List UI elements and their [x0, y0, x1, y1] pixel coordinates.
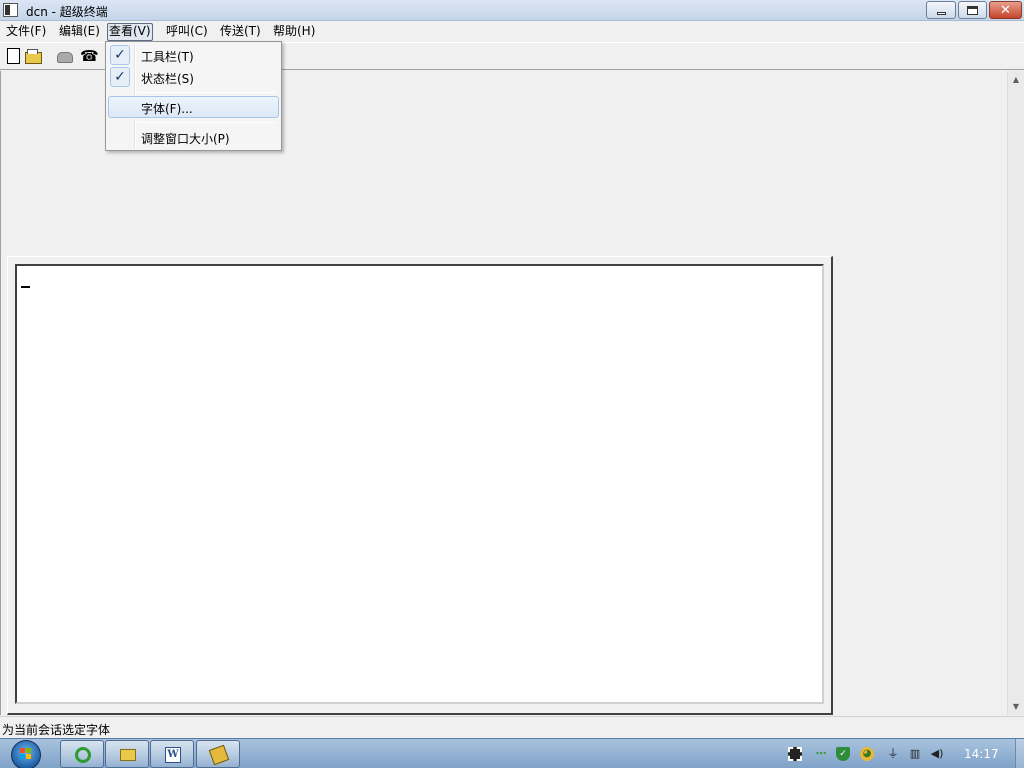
windows-logo-icon [20, 748, 32, 760]
menu-item-label: 工具栏(T) [141, 50, 194, 64]
menu-view[interactable]: 查看(V) [107, 23, 153, 41]
menu-edit[interactable]: 编辑(E) [57, 23, 102, 41]
close-icon: ✕ [1000, 2, 1011, 18]
hyperterminal-icon [208, 744, 230, 766]
network-dots-icon[interactable]: ⋯ [814, 747, 828, 761]
status-bar: 为当前会话选定字体 [0, 716, 1024, 738]
maximize-button[interactable] [958, 1, 987, 19]
system-tray: ⋯ ✓ ◕ ⏚ ▥ ◀) 14:17 [784, 739, 1024, 768]
menu-separator [138, 92, 276, 93]
plug-icon[interactable]: ⏚ [886, 747, 900, 761]
network-icon[interactable]: ▥ [908, 747, 922, 761]
minimize-icon [936, 11, 946, 15]
menu-call[interactable]: 呼叫(C) [164, 23, 210, 41]
menu-item-toolbar[interactable]: ✓ 工具栏(T) [108, 44, 279, 66]
open-folder-icon[interactable] [24, 47, 42, 65]
menu-file[interactable]: 文件(F) [4, 23, 48, 41]
new-document-icon[interactable] [4, 47, 22, 65]
shield-icon[interactable]: ✓ [836, 747, 850, 761]
taskbar-word[interactable]: W [150, 740, 194, 768]
menu-item-label: 字体(F)... [141, 102, 193, 116]
status-text: 为当前会话选定字体 [2, 723, 111, 737]
word-icon: W [165, 747, 181, 763]
terminal-screen[interactable] [15, 264, 824, 704]
maximize-icon [967, 5, 978, 15]
menu-separator [138, 122, 276, 123]
terminal-frame [7, 256, 833, 715]
show-desktop-button[interactable] [1015, 739, 1024, 768]
menu-item-resize-window[interactable]: 调整窗口大小(P) [108, 126, 279, 148]
taskbar-internet-explorer[interactable] [60, 740, 104, 768]
volume-icon[interactable]: ◀) [930, 747, 944, 761]
vertical-scrollbar[interactable]: ▲ ▼ [1007, 71, 1024, 715]
client-area [0, 71, 1007, 715]
scroll-up-icon[interactable]: ▲ [1008, 71, 1024, 88]
hangup-icon[interactable]: ☎ [80, 47, 99, 65]
menu-item-label: 调整窗口大小(P) [141, 132, 230, 146]
close-button[interactable]: ✕ [989, 1, 1022, 19]
menu-bar: 文件(F) 编辑(E) 查看(V) 呼叫(C) 传送(T) 帮助(H) [0, 21, 1024, 42]
taskbar: W ⋯ ✓ ◕ ⏚ ▥ ◀) 14:17 [0, 738, 1024, 768]
minimize-button[interactable] [926, 1, 956, 19]
windows-explorer-icon [120, 749, 136, 761]
filmstrip-icon[interactable] [788, 747, 802, 761]
internet-explorer-icon [75, 747, 91, 763]
antivirus-icon[interactable]: ◕ [860, 747, 874, 761]
taskbar-windows-explorer[interactable] [105, 740, 149, 768]
menu-help[interactable]: 帮助(H) [271, 23, 317, 41]
text-cursor [21, 286, 30, 288]
window-title: dcn - 超级终端 [26, 5, 108, 19]
clock[interactable]: 14:17 [964, 747, 999, 761]
menu-item-font[interactable]: 字体(F)... [108, 96, 279, 118]
check-icon: ✓ [110, 45, 130, 65]
menu-transfer[interactable]: 传送(T) [218, 23, 263, 41]
app-icon[interactable] [3, 3, 18, 17]
taskbar-hyperterminal[interactable] [196, 740, 240, 768]
menu-item-statusbar[interactable]: ✓ 状态栏(S) [108, 66, 279, 88]
title-bar[interactable]: dcn - 超级终端 ✕ [0, 0, 1024, 21]
menu-item-label: 状态栏(S) [141, 72, 194, 86]
view-menu-dropdown: ✓ 工具栏(T) ✓ 状态栏(S) 字体(F)... 调整窗口大小(P) [105, 41, 282, 151]
phone-icon[interactable] [55, 47, 73, 65]
scroll-down-icon[interactable]: ▼ [1008, 698, 1024, 715]
start-button[interactable] [8, 739, 46, 768]
check-icon: ✓ [110, 67, 130, 87]
